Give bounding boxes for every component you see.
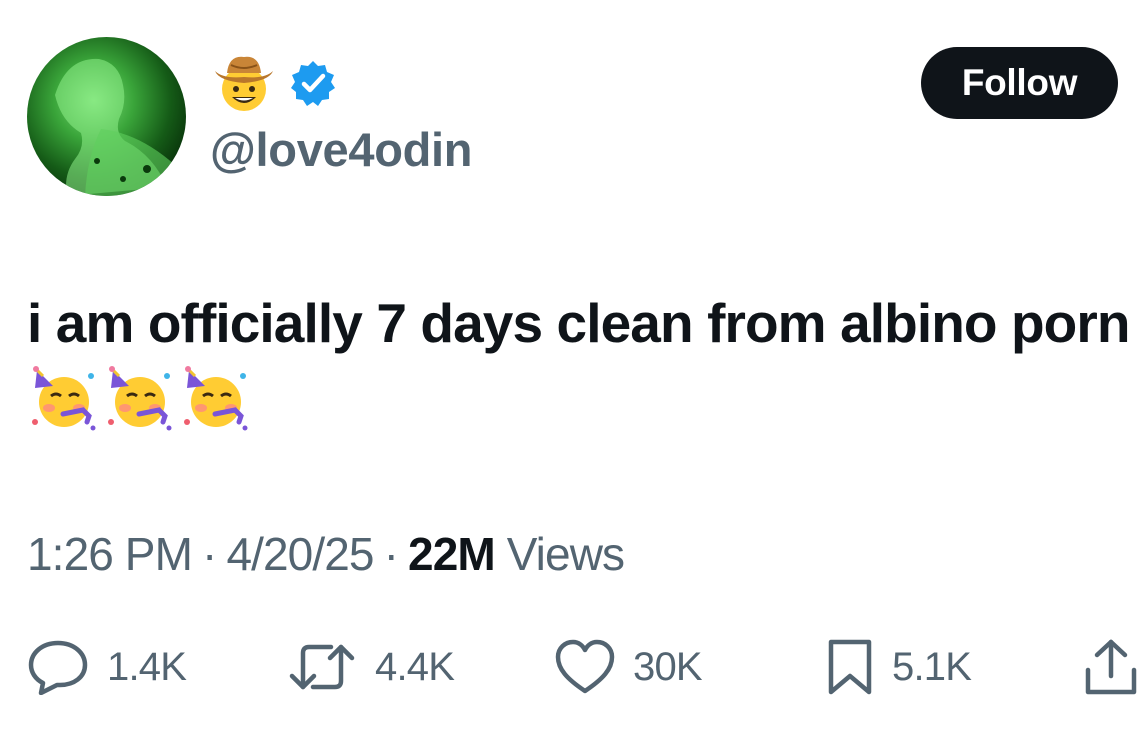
cowboy-hat-face-icon	[215, 56, 273, 111]
author-handle[interactable]: @love4odin	[210, 121, 473, 179]
verified-badge-icon	[291, 61, 335, 106]
action-bar: 1.4K 4.4K 30K 5.1K	[0, 637, 1143, 697]
tweet-time[interactable]: 1:26 PM	[27, 528, 193, 580]
like-count: 30K	[633, 644, 703, 689]
share-button[interactable]	[1083, 637, 1139, 697]
reply-count: 1.4K	[107, 644, 187, 689]
views-label: Views	[506, 528, 625, 580]
display-name[interactable]	[213, 52, 337, 114]
like-button[interactable]: 30K	[555, 637, 703, 697]
heart-icon	[555, 639, 615, 694]
views-count: 22M	[408, 528, 496, 580]
tweet-text-content: i am officially 7 days clean from albino…	[27, 292, 1130, 354]
bookmark-count: 5.1K	[892, 644, 972, 689]
repost-count: 4.4K	[375, 644, 455, 689]
partying-face-icon	[32, 366, 96, 431]
partying-face-icon	[184, 366, 248, 431]
tweet-meta: 1:26 PM · 4/20/25 · 22M Views	[27, 525, 625, 583]
partying-face-icon	[108, 366, 172, 431]
reply-button[interactable]: 1.4K	[27, 637, 187, 697]
bookmark-button[interactable]: 5.1K	[826, 637, 972, 697]
follow-button[interactable]: Follow	[921, 47, 1118, 119]
tweet-text: i am officially 7 days clean from albino…	[27, 285, 1137, 437]
avatar[interactable]	[27, 37, 186, 196]
emoji-group	[31, 366, 249, 432]
meta-separator: ·	[202, 528, 217, 580]
avatar-image	[55, 58, 186, 196]
share-icon	[1085, 639, 1137, 695]
meta-separator: ·	[383, 528, 399, 580]
tweet-date[interactable]: 4/20/25	[226, 528, 374, 580]
bookmark-icon	[828, 639, 872, 695]
repost-button[interactable]: 4.4K	[287, 637, 455, 697]
repost-icon	[289, 644, 355, 690]
reply-icon	[28, 640, 88, 695]
